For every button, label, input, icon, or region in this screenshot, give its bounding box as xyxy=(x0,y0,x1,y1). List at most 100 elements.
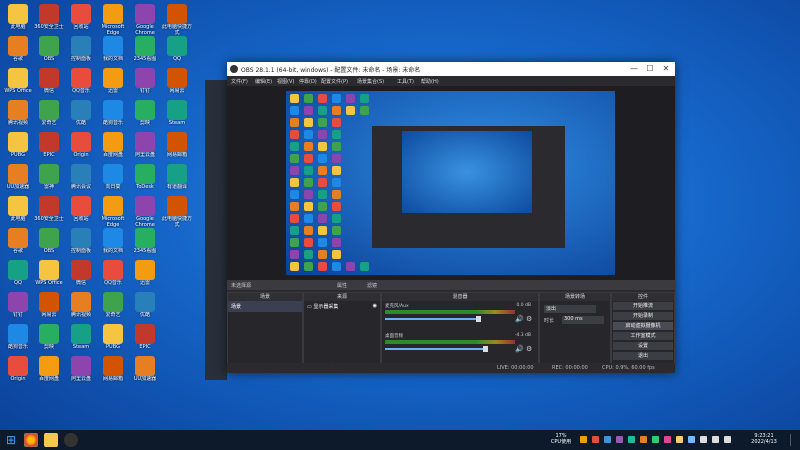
desktop-icon[interactable]: 有道翻译 xyxy=(162,164,192,196)
desktop-icon[interactable]: QQ音乐 xyxy=(66,68,96,100)
desktop-icon[interactable]: 迅雷 xyxy=(98,68,128,100)
desktop-icon[interactable]: 微信 xyxy=(34,68,64,100)
desktop-icon[interactable]: 我的文档 xyxy=(98,36,128,68)
start-virtual-camera-button[interactable]: 启动虚拟摄像机 xyxy=(613,322,673,330)
desktop-icon[interactable]: Origin xyxy=(66,132,96,164)
menu-help[interactable]: 帮助(H) xyxy=(421,78,439,85)
menu-view[interactable]: 视图(V) xyxy=(277,78,294,85)
desktop-icon[interactable]: 我的文档 xyxy=(98,228,128,260)
source-item[interactable]: ▭ 显示器采集 ◉ xyxy=(304,301,380,312)
desktop-icon[interactable]: 此电脑快捷方式 xyxy=(162,196,192,228)
file-explorer-icon[interactable] xyxy=(44,433,58,447)
start-streaming-button[interactable]: 开始推流 xyxy=(613,302,673,310)
desktop-icon[interactable]: 微信 xyxy=(66,260,96,292)
desktop-icon[interactable]: 百度网盘 xyxy=(34,356,64,388)
desktop-icon[interactable]: WPS Office xyxy=(3,68,33,100)
desktop-icon[interactable]: 剪映 xyxy=(34,324,64,356)
show-desktop-button[interactable] xyxy=(790,434,797,446)
desktop-icon[interactable]: 阿里云盘 xyxy=(66,356,96,388)
desktop-icon[interactable]: PUBG xyxy=(3,132,33,164)
speaker-icon[interactable]: 🔊 xyxy=(515,315,524,323)
tray-app-icon[interactable] xyxy=(688,436,695,443)
filters-button[interactable]: 滤镜 xyxy=(367,282,377,289)
menu-edit[interactable]: 编辑(E) xyxy=(255,78,272,85)
tray-app-icon[interactable] xyxy=(592,436,599,443)
desktop-icon[interactable]: 优酷 xyxy=(130,292,160,324)
close-button[interactable]: ✕ xyxy=(657,63,675,75)
desktop-icon[interactable]: EPIC xyxy=(34,132,64,164)
exit-button[interactable]: 退出 xyxy=(613,352,673,360)
desktop-icon[interactable]: 谷歌 xyxy=(3,228,33,260)
volume-slider[interactable] xyxy=(385,316,481,322)
gear-icon[interactable]: ⚙ xyxy=(526,345,532,353)
desktop-icon[interactable]: 2345看图 xyxy=(130,36,160,68)
menu-file[interactable]: 文件(F) xyxy=(231,78,248,85)
desktop-icon[interactable]: 优酷 xyxy=(66,100,96,132)
scene-item[interactable]: 场景 xyxy=(228,301,302,312)
desktop-icon[interactable]: QQ xyxy=(162,36,192,68)
desktop-icon[interactable]: Steam xyxy=(162,100,192,132)
tray-app-icon[interactable] xyxy=(628,436,635,443)
desktop-icon[interactable]: UU加速器 xyxy=(3,164,33,196)
settings-button[interactable]: 设置 xyxy=(613,342,673,350)
clock[interactable]: 9:23:21 2022/4/13 xyxy=(744,433,784,445)
desktop-icon[interactable]: UU加速器 xyxy=(130,356,160,388)
start-recording-button[interactable]: 开始录制 xyxy=(613,312,673,320)
properties-button[interactable]: 属性 xyxy=(337,282,347,289)
desktop-icon[interactable]: 网易邮箱 xyxy=(98,356,128,388)
preview-area[interactable] xyxy=(227,86,675,280)
desktop-icon[interactable]: Microsoft Edge xyxy=(98,196,128,228)
desktop-icon[interactable]: 雷神 xyxy=(34,164,64,196)
desktop-icon[interactable]: 剪映 xyxy=(130,100,160,132)
desktop-icon[interactable]: 360安全卫士 xyxy=(34,4,64,36)
desktop-icon[interactable]: 迅雷 xyxy=(130,260,160,292)
desktop-icon[interactable]: 钉钉 xyxy=(3,292,33,324)
desktop-icon[interactable]: ToDesk xyxy=(130,164,160,196)
desktop-icon[interactable]: Origin xyxy=(3,356,33,388)
desktop-icon[interactable]: 钉钉 xyxy=(130,68,160,100)
desktop-icon[interactable]: 回收站 xyxy=(66,196,96,228)
network-icon[interactable] xyxy=(700,436,707,443)
tray-app-icon[interactable] xyxy=(580,436,587,443)
desktop-icon[interactable]: 爱奇艺 xyxy=(98,292,128,324)
desktop-icon[interactable]: 腾讯视频 xyxy=(3,100,33,132)
speaker-icon[interactable]: 🔊 xyxy=(515,345,524,353)
obs-taskbar-icon[interactable] xyxy=(64,433,78,447)
tray-app-icon[interactable] xyxy=(604,436,611,443)
transition-select[interactable]: 淡出 xyxy=(544,305,596,313)
desktop-icon[interactable]: 阿里云盘 xyxy=(130,132,160,164)
visibility-icon[interactable]: ◉ xyxy=(373,303,377,309)
tray-app-icon[interactable] xyxy=(652,436,659,443)
desktop-icon[interactable]: Steam xyxy=(66,324,96,356)
desktop-icon[interactable]: 爱奇艺 xyxy=(34,100,64,132)
obs-window[interactable]: OBS 28.1.1 (64-bit, windows) - 配置文件: 未命名… xyxy=(227,62,675,373)
desktop-icon[interactable]: 回收站 xyxy=(66,4,96,36)
desktop-icon[interactable]: WPS Office xyxy=(34,260,64,292)
desktop-icon[interactable]: 腾讯视频 xyxy=(66,292,96,324)
desktop-icon[interactable]: 向日葵 xyxy=(98,164,128,196)
desktop-icon[interactable]: 百度网盘 xyxy=(98,132,128,164)
title-bar[interactable]: OBS 28.1.1 (64-bit, windows) - 配置文件: 未命名… xyxy=(227,62,675,76)
ime-icon[interactable] xyxy=(724,436,731,443)
studio-mode-button[interactable]: 工作室模式 xyxy=(613,332,673,340)
desktop-icon[interactable]: 控制面板 xyxy=(66,228,96,260)
chrome-taskbar-icon[interactable] xyxy=(24,433,38,447)
desktop-icon[interactable]: 360安全卫士 xyxy=(34,196,64,228)
duration-input[interactable]: 300 ms xyxy=(562,316,604,324)
desktop-icon[interactable]: 此电脑快捷方式 xyxy=(162,4,192,36)
menu-tools[interactable]: 工具(T) xyxy=(397,78,414,85)
volume-slider[interactable] xyxy=(385,346,489,352)
desktop-icon[interactable]: 网易邮箱 xyxy=(162,132,192,164)
menu-docks[interactable]: 停靠(D) xyxy=(299,78,317,85)
tray-app-icon[interactable] xyxy=(616,436,623,443)
desktop-icon[interactable]: Google Chrome xyxy=(130,196,160,228)
volume-icon[interactable] xyxy=(712,436,719,443)
tray-app-icon[interactable] xyxy=(664,436,671,443)
menu-profile[interactable]: 配置文件(P) xyxy=(321,78,348,85)
desktop-icon[interactable]: PUBG xyxy=(98,324,128,356)
gear-icon[interactable]: ⚙ xyxy=(526,315,532,323)
tray-app-icon[interactable] xyxy=(676,436,683,443)
desktop-icon[interactable]: 酷狗音乐 xyxy=(98,100,128,132)
desktop-icon[interactable]: 控制面板 xyxy=(66,36,96,68)
desktop-icon[interactable]: 谷歌 xyxy=(3,36,33,68)
